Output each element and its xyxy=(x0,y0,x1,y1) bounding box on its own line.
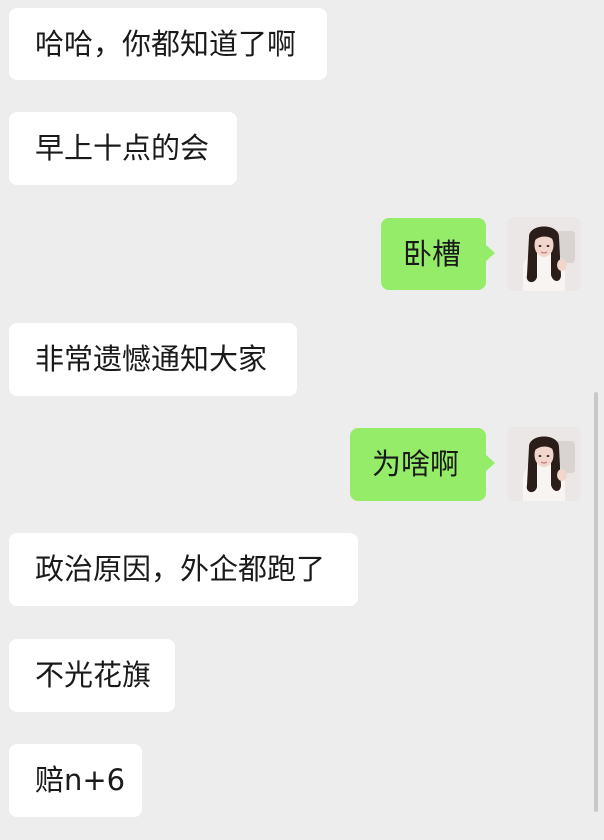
message-text: 为啥啊 xyxy=(372,447,460,481)
self-avatar[interactable] xyxy=(507,217,581,291)
message-text: 不光花旗 xyxy=(35,658,152,692)
user-avatar-photo-icon xyxy=(507,427,581,501)
message-text: 非常遗憾通知大家 xyxy=(35,342,268,376)
message-text: 政治原因，外企都跑了 xyxy=(35,552,326,586)
incoming-message[interactable]: 哈哈，你都知道了啊 xyxy=(9,8,327,80)
outgoing-message[interactable]: 卧槽 xyxy=(381,218,495,290)
incoming-message[interactable]: 非常遗憾通知大家 xyxy=(9,323,297,396)
chat-scrollbar[interactable] xyxy=(594,392,598,812)
incoming-message[interactable]: 政治原因，外企都跑了 xyxy=(9,533,358,606)
incoming-message[interactable]: 赔n+6 xyxy=(9,744,142,817)
self-avatar[interactable] xyxy=(507,427,581,501)
message-text: 哈哈，你都知道了啊 xyxy=(35,26,297,61)
incoming-message[interactable]: 不光花旗 xyxy=(9,639,175,712)
incoming-message[interactable]: 早上十点的会 xyxy=(9,112,237,185)
message-text: 早上十点的会 xyxy=(35,131,210,165)
outgoing-message[interactable]: 为啥啊 xyxy=(350,428,495,501)
user-avatar-photo-icon xyxy=(507,217,581,291)
message-text: 卧槽 xyxy=(403,236,462,271)
message-text: 赔n+6 xyxy=(35,763,126,797)
